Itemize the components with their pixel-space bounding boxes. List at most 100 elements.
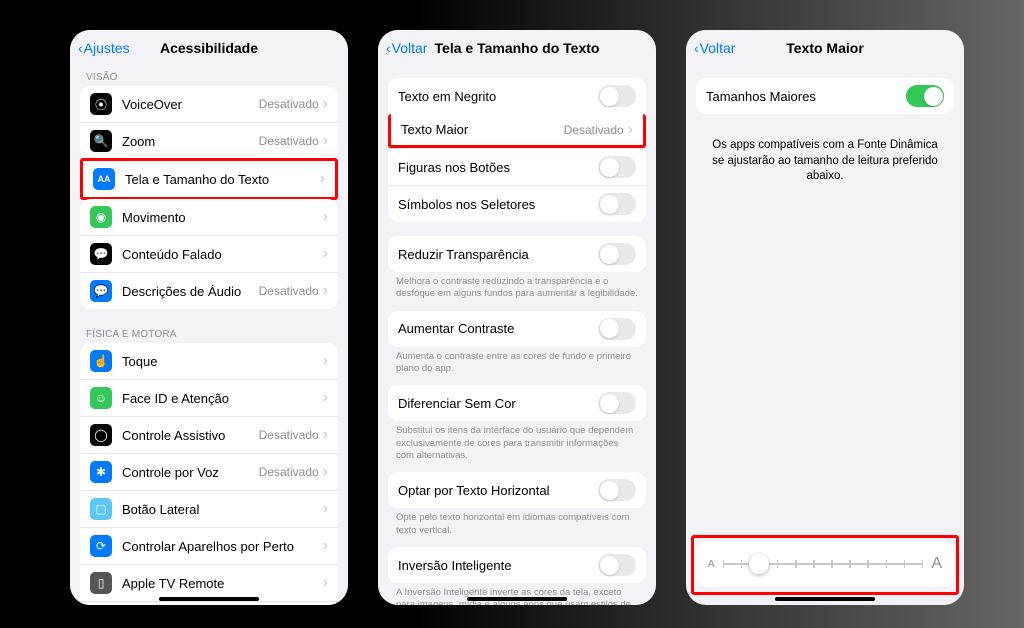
row-value: Desativado — [259, 428, 319, 442]
slider-track[interactable] — [723, 563, 924, 565]
back-label: Voltar — [700, 40, 736, 56]
row-nearby[interactable]: ⟳ Controlar Aparelhos por Perto › — [80, 527, 338, 564]
page-title: Tela e Tamanho do Texto — [435, 40, 600, 56]
transparency-desc: Melhora o contraste reduzindo a transpar… — [378, 276, 656, 311]
larger-sizes-group: Tamanhos Maiores — [696, 78, 954, 114]
row-voiceover[interactable]: ⦿ VoiceOver Desativado › — [80, 86, 338, 122]
toggle-transparency[interactable] — [598, 243, 636, 265]
home-indicator[interactable] — [159, 597, 259, 601]
row-label: Toque — [122, 354, 323, 369]
row-faceid[interactable]: ☺ Face ID e Atenção › — [80, 379, 338, 416]
chevron-right-icon: › — [323, 246, 328, 262]
row-bold-text[interactable]: Texto em Negrito — [388, 78, 646, 114]
row-assistive[interactable]: ◯ Controle Assistivo Desativado › — [80, 416, 338, 453]
row-reduce-transparency[interactable]: Reduzir Transparência — [388, 236, 646, 272]
text-group: Texto em Negrito Texto Maior Desativado … — [388, 78, 646, 222]
row-onoff-labels[interactable]: Símbolos nos Seletores — [388, 185, 646, 222]
horizontal-group: Optar por Texto Horizontal — [388, 472, 646, 508]
nearby-icon: ⟳ — [90, 535, 112, 557]
toggle-larger-sizes[interactable] — [906, 85, 944, 107]
nocolor-group: Diferenciar Sem Cor — [388, 385, 646, 421]
home-indicator[interactable] — [775, 597, 875, 601]
faceid-icon: ☺ — [90, 387, 112, 409]
navbar: ‹ Voltar Texto Maior — [686, 30, 964, 66]
row-larger-sizes[interactable]: Tamanhos Maiores — [696, 78, 954, 114]
text-size-slider[interactable]: A A — [708, 555, 942, 573]
row-differentiate-color[interactable]: Diferenciar Sem Cor — [388, 385, 646, 421]
row-label: Aumentar Contraste — [398, 321, 598, 336]
transparency-group: Reduzir Transparência — [388, 236, 646, 272]
dynamic-type-desc: Os apps compatíveis com a Fonte Dinâmica… — [686, 128, 964, 195]
navbar: ‹ Ajustes Acessibilidade — [70, 30, 348, 66]
row-motion[interactable]: ◉ Movimento › — [80, 199, 338, 235]
row-label: Descrições de Áudio — [122, 284, 259, 299]
row-side-button[interactable]: ▢ Botão Lateral › — [80, 490, 338, 527]
chevron-left-icon: ‹ — [694, 40, 699, 56]
chevron-right-icon: › — [323, 209, 328, 225]
row-label: Reduzir Transparência — [398, 247, 598, 262]
slider-tick — [813, 560, 815, 568]
row-appletv[interactable]: ▯ Apple TV Remote › — [80, 564, 338, 601]
slider-max-icon: A — [931, 555, 942, 573]
chevron-left-icon: ‹ — [78, 40, 83, 56]
chevron-right-icon: › — [323, 501, 328, 517]
row-label: Tamanhos Maiores — [706, 89, 906, 104]
row-display-text-size[interactable]: AA Tela e Tamanho do Texto › — [83, 161, 335, 197]
motion-icon: ◉ — [90, 206, 112, 228]
row-smart-invert[interactable]: Inversão Inteligente — [388, 547, 646, 583]
row-label: Movimento — [122, 210, 323, 225]
row-value: Desativado — [259, 465, 319, 479]
side-button-icon: ▢ — [90, 498, 112, 520]
chevron-right-icon: › — [323, 283, 328, 299]
contrast-group: Aumentar Contraste — [388, 311, 646, 347]
chevron-right-icon: › — [323, 427, 328, 443]
row-voice-control[interactable]: ✱ Controle por Voz Desativado › — [80, 453, 338, 490]
row-button-shapes[interactable]: Figuras nos Botões — [388, 148, 646, 185]
row-increase-contrast[interactable]: Aumentar Contraste — [388, 311, 646, 347]
back-button[interactable]: ‹ Voltar — [694, 40, 735, 56]
row-horizontal-text[interactable]: Optar por Texto Horizontal — [388, 472, 646, 508]
slider-tick — [886, 560, 888, 568]
screen-accessibility: ‹ Ajustes Acessibilidade VISÃO ⦿ VoiceOv… — [70, 30, 348, 605]
row-label: Símbolos nos Seletores — [398, 197, 598, 212]
row-touch[interactable]: ☝ Toque › — [80, 343, 338, 379]
slider-min-icon: A — [708, 559, 715, 570]
section-motor: FÍSICA E MOTORA — [70, 323, 348, 343]
row-label: Figuras nos Botões — [398, 160, 598, 175]
toggle-contrast[interactable] — [598, 318, 636, 340]
toggle-invert[interactable] — [598, 554, 636, 576]
back-button[interactable]: ‹ Voltar — [386, 40, 427, 56]
toggle-horizontal[interactable] — [598, 479, 636, 501]
slider-thumb[interactable] — [749, 554, 769, 574]
chevron-right-icon: › — [323, 133, 328, 149]
row-value: Desativado — [564, 123, 624, 137]
row-label: Optar por Texto Horizontal — [398, 483, 598, 498]
row-audio-desc[interactable]: 💬 Descrições de Áudio Desativado › — [80, 272, 338, 309]
chevron-right-icon: › — [323, 464, 328, 480]
touch-icon: ☝ — [90, 350, 112, 372]
navbar: ‹ Voltar Tela e Tamanho do Texto — [378, 30, 656, 66]
vision-group: ⦿ VoiceOver Desativado › 🔍 Zoom Desativa… — [80, 86, 338, 159]
back-label: Ajustes — [84, 40, 130, 56]
toggle-shapes[interactable] — [598, 156, 636, 178]
chevron-right-icon: › — [323, 353, 328, 369]
motor-group: ☝ Toque › ☺ Face ID e Atenção › ◯ Contro… — [80, 343, 338, 605]
row-label: Inversão Inteligente — [398, 558, 598, 573]
row-larger-text[interactable]: Texto Maior Desativado › — [388, 114, 646, 148]
slider-tick — [849, 560, 851, 568]
toggle-nocolor[interactable] — [598, 392, 636, 414]
row-cursor[interactable]: ⬉ Controle do Cursor › — [80, 601, 338, 605]
zoom-icon: 🔍 — [90, 130, 112, 152]
assistive-icon: ◯ — [90, 424, 112, 446]
back-button[interactable]: ‹ Ajustes — [78, 40, 130, 56]
row-zoom[interactable]: 🔍 Zoom Desativado › — [80, 122, 338, 159]
row-spoken-content[interactable]: 💬 Conteúdo Falado › — [80, 235, 338, 272]
chevron-right-icon: › — [320, 171, 325, 187]
toggle-bold[interactable] — [598, 85, 636, 107]
horizontal-desc: Opte pelo texto horizontal em idiomas co… — [378, 512, 656, 547]
row-value: Desativado — [259, 134, 319, 148]
home-indicator[interactable] — [467, 597, 567, 601]
toggle-labels[interactable] — [598, 193, 636, 215]
vision-group-2: ◉ Movimento › 💬 Conteúdo Falado › 💬 Desc… — [80, 199, 338, 309]
row-label: Tela e Tamanho do Texto — [125, 172, 320, 187]
